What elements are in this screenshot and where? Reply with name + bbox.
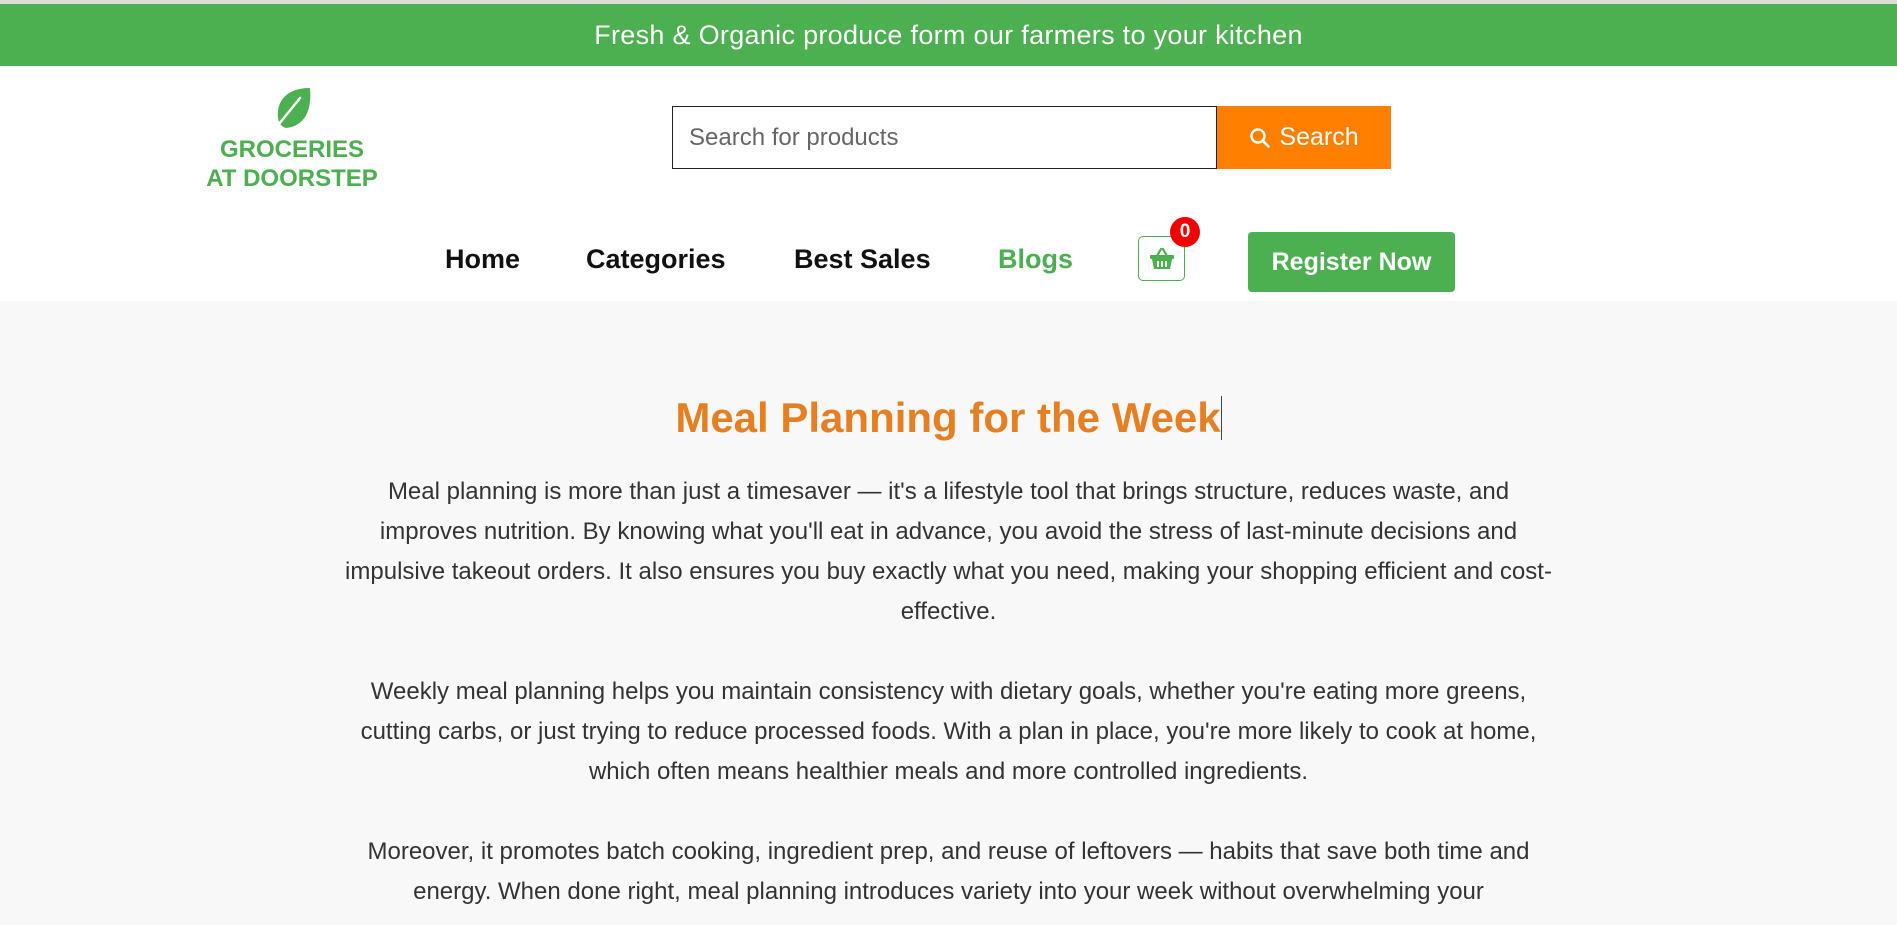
basket-icon — [1149, 247, 1174, 269]
search-input[interactable] — [672, 106, 1217, 169]
site-logo[interactable]: GROCERIES AT DOORSTEP — [200, 86, 384, 193]
post-paragraph: Meal planning is more than just a timesa… — [345, 478, 1552, 625]
logo-text-line2: AT DOORSTEP — [206, 165, 378, 192]
logo-text-line1: GROCERIES — [219, 136, 365, 163]
promo-banner: Fresh & Organic produce form our farmers… — [0, 4, 1897, 66]
post-title: Meal Planning for the Week — [339, 394, 1559, 442]
search-button-label: Search — [1279, 123, 1359, 151]
nav-item-home[interactable]: Home — [445, 244, 520, 275]
cart-count-badge: 0 — [1170, 217, 1200, 247]
register-now-button[interactable]: Register Now — [1248, 232, 1455, 292]
nav-item-categories[interactable]: Categories — [586, 244, 726, 275]
post-title-text: Meal Planning for the Week — [675, 394, 1221, 441]
nav-item-blogs[interactable]: Blogs — [998, 244, 1073, 275]
post-paragraph: Weekly meal planning helps you maintain … — [360, 678, 1537, 785]
search-icon — [1250, 127, 1271, 148]
text-cursor — [1220, 396, 1222, 440]
main-nav: Home Categories Best Sales Blogs 0 Regis… — [0, 217, 1897, 294]
site-header: GROCERIES AT DOORSTEP Search Home Catego… — [0, 66, 1897, 301]
cart-button[interactable]: 0 — [1138, 217, 1200, 281]
nav-item-best-sales[interactable]: Best Sales — [794, 244, 931, 275]
search-button[interactable]: Search — [1217, 106, 1391, 169]
blog-post: Meal Planning for the Week Meal planning… — [339, 394, 1559, 912]
post-paragraph: Moreover, it promotes batch cooking, ing… — [367, 838, 1530, 905]
promo-banner-text: Fresh & Organic produce form our farmers… — [594, 19, 1303, 50]
leaf-icon — [272, 88, 311, 132]
search-bar: Search — [672, 106, 1391, 169]
